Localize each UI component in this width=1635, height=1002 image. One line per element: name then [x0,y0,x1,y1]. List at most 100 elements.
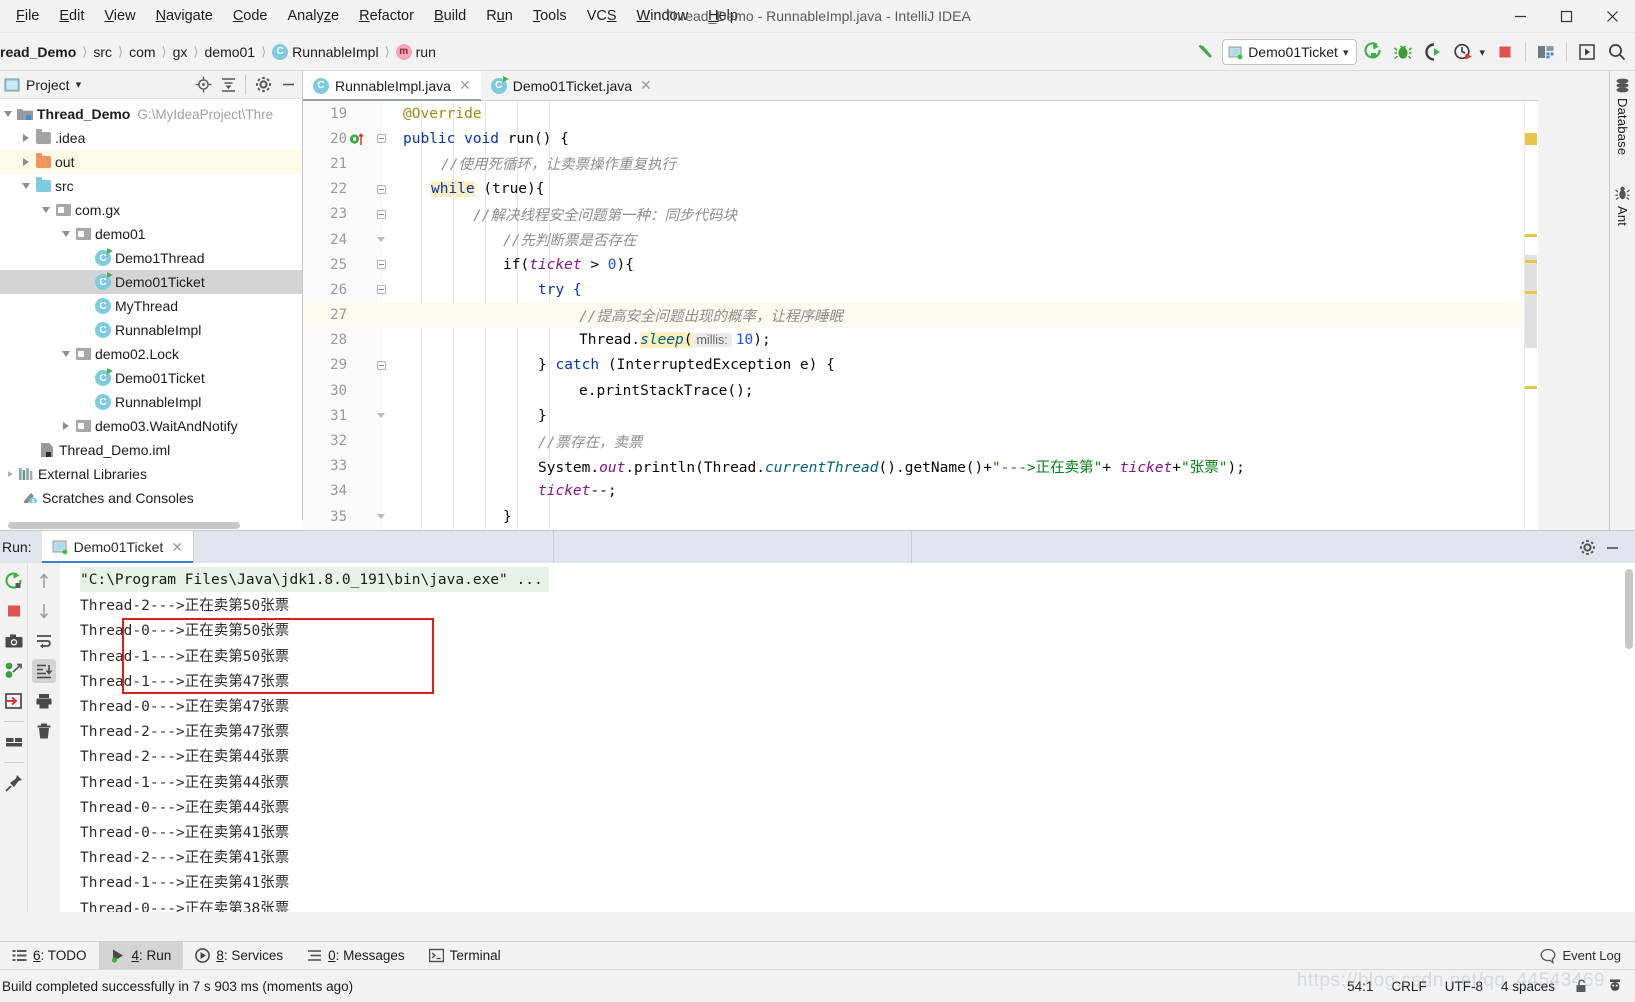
inspector-icon[interactable] [1607,978,1623,994]
code-line-22[interactable]: 22 while (true){ [303,177,1538,202]
tree-item-demo02-runnableimpl[interactable]: C RunnableImpl [0,390,302,414]
code-line-26[interactable]: 26 try { [303,277,1538,302]
breadcrumb-item-demo01[interactable]: demo01 [205,44,256,60]
code-line-28[interactable]: 28 Thread.sleep(millis: 10); [303,328,1538,353]
code-line-30[interactable]: 30 e.printStackTrace(); [303,378,1538,403]
breadcrumb-item-src[interactable]: src [93,44,112,60]
search-everywhere-icon[interactable] [1603,38,1631,66]
settings-gear-icon[interactable] [251,73,275,97]
menu-item-code[interactable]: Code [223,5,278,27]
tool-button-terminal[interactable]: Terminal [417,942,513,970]
code-line-24[interactable]: 24 //先判断票是否存在 [303,227,1538,252]
tree-item-demo03-waitandnotify[interactable]: demo03.WaitAndNotify [0,414,302,438]
chevron-down-icon[interactable] [18,183,34,189]
editor-tab-demo01ticket[interactable]: C Demo01Ticket.java ✕ [481,71,662,100]
marker-change[interactable] [1525,291,1537,294]
camera-icon[interactable] [2,629,26,653]
close-icon[interactable]: ✕ [459,77,471,94]
tree-item-external-libraries[interactable]: External Libraries [0,462,302,486]
tree-item-thread-demo[interactable]: Thread_Demo G:\MyIdeaProject\Thre [0,102,302,126]
breadcrumb-item-runnableimpl[interactable]: C RunnableImpl [272,43,379,60]
debug-icon[interactable] [1389,38,1417,66]
print-icon[interactable] [32,689,56,713]
menu-item-vcs[interactable]: VCS [577,5,627,27]
threads-icon[interactable] [2,659,26,683]
code-line-31[interactable]: 31 } [303,403,1538,428]
menu-item-file[interactable]: File [6,5,49,27]
tree-item-demo02-lock[interactable]: demo02.Lock [0,342,302,366]
code-line-25[interactable]: 25 if(ticket > 0){ [303,252,1538,277]
tree-item-mythread[interactable]: C MyThread [0,294,302,318]
locate-icon[interactable] [191,73,215,97]
chevron-right-icon[interactable] [58,422,74,430]
fold-control[interactable] [369,209,393,219]
run-gutter-icon[interactable] [347,131,369,147]
tree-item-runnableimpl[interactable]: C RunnableImpl [0,318,302,342]
menu-item-refactor[interactable]: Refactor [349,5,424,27]
tool-button-ant[interactable]: Ant [1614,185,1631,230]
code-line-27[interactable]: 27 //提高安全问题出现的概率，让程序睡眠 [303,302,1538,328]
fold-control[interactable] [369,236,393,242]
code-line-32[interactable]: 32 //票存在，卖票 [303,428,1538,453]
stop-icon[interactable] [2,599,26,623]
tree-item-iml[interactable]: Thread_Demo.iml [0,438,302,462]
code-line-29[interactable]: 29 } catch (InterruptedException e) { [303,353,1538,378]
code-editor[interactable]: 19 @Override 20 public void run() { 21 /… [303,101,1538,530]
caret-position[interactable]: 54:1 [1347,979,1373,994]
code-line-33[interactable]: 33 System.out.println(Thread.currentThre… [303,454,1538,479]
tree-item-out[interactable]: out [0,150,302,174]
code-line-20[interactable]: 20 public void run() { [303,126,1538,151]
marker-change[interactable] [1525,260,1537,263]
marker-warning[interactable] [1525,133,1537,145]
tree-item-com-gx[interactable]: com.gx [0,198,302,222]
event-log-label[interactable]: Event Log [1562,948,1621,963]
chevron-down-icon[interactable] [38,207,54,213]
tree-item-demo02-demo01ticket[interactable]: C Demo01Ticket [0,366,302,390]
trash-icon[interactable] [32,719,56,743]
marker-change[interactable] [1525,234,1537,237]
tree-item-demo01ticket[interactable]: C Demo01Ticket [0,270,302,294]
menu-item-navigate[interactable]: Navigate [146,5,223,27]
menu-item-help[interactable]: Help [698,5,748,27]
chevron-right-icon[interactable] [4,471,17,477]
marker-change[interactable] [1525,386,1537,389]
hide-icon[interactable] [1604,539,1621,556]
line-separator[interactable]: CRLF [1391,979,1426,994]
minimize-button[interactable] [1497,0,1543,33]
tool-button-todo[interactable]: 6: TODO [0,942,99,970]
layout-icon[interactable] [2,730,26,754]
collapse-all-icon[interactable] [216,73,240,97]
export-icon[interactable] [2,689,26,713]
console-scrollbar-thumb[interactable] [1625,569,1633,649]
fold-control[interactable] [369,260,393,270]
code-line-23[interactable]: 23 //解决线程安全问题第一种：同步代码块 [303,202,1538,227]
code-line-35[interactable]: 35 } [303,504,1538,529]
chevron-down-icon[interactable] [58,231,74,237]
code-line-19[interactable]: 19 @Override [303,101,1538,126]
run-tab-demo01ticket[interactable]: Demo01Ticket ✕ [41,530,194,564]
hide-icon[interactable] [276,73,300,97]
tool-button-run[interactable]: 4: Run [98,941,184,970]
pin-icon[interactable] [2,771,26,795]
menu-item-view[interactable]: View [94,5,145,27]
tool-button-messages[interactable]: 0: Messages [295,942,417,970]
project-panel-title-arrow[interactable]: ▾ [76,78,82,91]
code-line-34[interactable]: 34 ticket--; [303,479,1538,504]
settings-gear-icon[interactable] [1579,539,1596,556]
fold-control[interactable] [369,360,393,370]
maximize-button[interactable] [1543,0,1589,33]
chevron-down-icon[interactable] [58,351,74,357]
menu-item-analyze[interactable]: Analyze [278,5,350,27]
chevron-right-icon[interactable] [18,134,34,142]
tool-button-database[interactable]: Database [1614,77,1631,159]
tree-item-idea[interactable]: .idea [0,126,302,150]
profiler-icon[interactable] [1449,38,1477,66]
menu-item-tools[interactable]: Tools [523,5,577,27]
breadcrumb-item-gx[interactable]: gx [173,44,188,60]
down-arrow-icon[interactable] [32,599,56,623]
tree-item-demo1thread[interactable]: C Demo1Thread [0,246,302,270]
console-output[interactable]: "C:\Program Files\Java\jdk1.8.0_191\bin\… [60,563,1635,912]
tree-item-demo01[interactable]: demo01 [0,222,302,246]
breadcrumb-item-run-method[interactable]: m run [395,43,436,60]
fold-control[interactable] [369,285,393,295]
